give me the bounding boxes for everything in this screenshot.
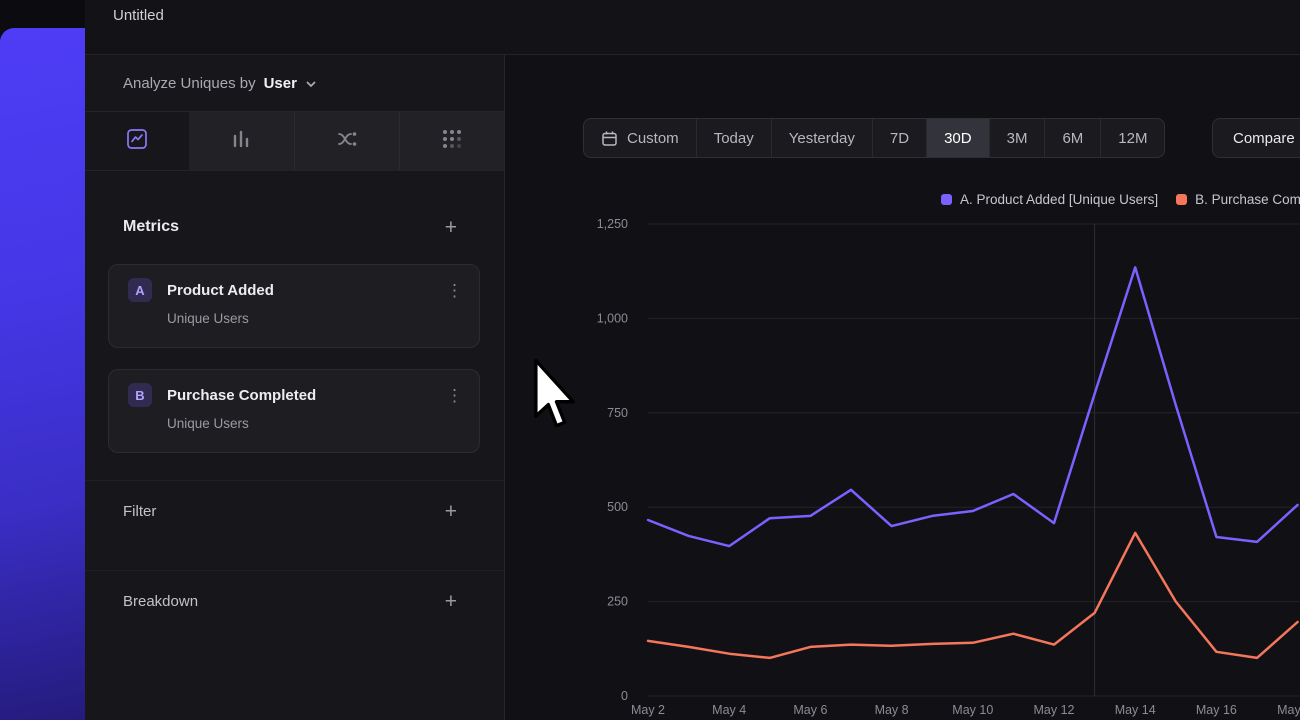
divider xyxy=(85,480,504,481)
breakdown-title: Breakdown xyxy=(123,593,198,610)
divider xyxy=(85,570,504,571)
legend-label: A. Product Added [Unique Users] xyxy=(960,192,1158,207)
legend-swatch-purple xyxy=(941,194,952,205)
kebab-menu-icon[interactable]: ⋮ xyxy=(446,387,463,404)
app-window: Untitled Analyze Uniques by User xyxy=(85,0,1300,720)
tab-funnels[interactable] xyxy=(189,112,293,170)
legend-swatch-orange xyxy=(1176,194,1187,205)
left-background-strip xyxy=(0,0,85,720)
bar-chart-funnels-icon xyxy=(229,127,253,156)
legend-label: B. Purchase Completed [Unique Users] xyxy=(1195,192,1300,207)
chevron-down-icon[interactable] xyxy=(305,78,317,90)
svg-text:1,000: 1,000 xyxy=(597,311,628,325)
svg-text:May 18: May 18 xyxy=(1277,703,1300,717)
metric-card-row: A Product Added ⋮ xyxy=(128,278,463,302)
purple-gradient-panel xyxy=(0,28,85,720)
metric-name: Product Added xyxy=(167,282,446,299)
svg-text:500: 500 xyxy=(607,500,628,514)
svg-text:May 2: May 2 xyxy=(631,703,665,717)
metric-card-product-added[interactable]: A Product Added ⋮ Unique Users xyxy=(108,264,480,348)
svg-text:750: 750 xyxy=(607,406,628,420)
legend-item-a[interactable]: A. Product Added [Unique Users] xyxy=(941,189,1158,209)
analyze-by-value[interactable]: User xyxy=(264,75,297,92)
date-range-toolbar: Custom Today Yesterday 7D 30D 3M 6M 12M xyxy=(583,118,1165,158)
flows-icon xyxy=(335,127,359,156)
tab-retention[interactable] xyxy=(399,112,504,170)
add-filter-button[interactable]: + xyxy=(445,501,457,522)
top-bar: Untitled xyxy=(85,0,1300,55)
mouse-cursor xyxy=(533,358,579,437)
add-breakdown-button[interactable]: + xyxy=(445,591,457,612)
query-builder-sidebar: Analyze Uniques by User xyxy=(85,55,505,720)
date-range-7d-button[interactable]: 7D xyxy=(872,119,926,157)
svg-text:May 4: May 4 xyxy=(712,703,746,717)
line-chart-insights-icon xyxy=(125,127,149,156)
kebab-menu-icon[interactable]: ⋮ xyxy=(446,282,463,299)
svg-text:1,250: 1,250 xyxy=(597,217,628,231)
svg-text:0: 0 xyxy=(621,689,628,703)
date-range-label: Custom xyxy=(627,130,679,147)
metrics-section-header: Metrics + xyxy=(123,205,457,249)
date-range-today-button[interactable]: Today xyxy=(696,119,771,157)
svg-text:250: 250 xyxy=(607,595,628,609)
tab-insights[interactable] xyxy=(85,112,189,170)
compare-button[interactable]: Compare xyxy=(1212,118,1300,158)
add-metric-button[interactable]: + xyxy=(445,217,457,238)
metric-aggregation[interactable]: Unique Users xyxy=(167,311,463,326)
svg-text:May 10: May 10 xyxy=(952,703,993,717)
legend-item-b[interactable]: B. Purchase Completed [Unique Users] xyxy=(1176,189,1300,209)
svg-text:May 8: May 8 xyxy=(875,703,909,717)
filter-section-header: Filter + xyxy=(123,489,457,533)
metrics-title: Metrics xyxy=(123,218,179,236)
svg-text:May 6: May 6 xyxy=(793,703,827,717)
analyze-by-row: Analyze Uniques by User xyxy=(85,55,504,112)
analyze-by-label: Analyze Uniques by xyxy=(123,75,256,92)
chart-panel: Custom Today Yesterday 7D 30D 3M 6M 12M … xyxy=(505,55,1300,720)
date-range-6m-button[interactable]: 6M xyxy=(1044,119,1100,157)
metric-card-row: B Purchase Completed ⋮ xyxy=(128,383,463,407)
breakdown-section-header: Breakdown + xyxy=(123,579,457,623)
date-range-custom-button[interactable]: Custom xyxy=(584,119,696,157)
line-chart[interactable]: 0 250 500 750 1,000 1,250 May 2 May 4 May 6 May 8… xyxy=(505,216,1300,720)
metric-name: Purchase Completed xyxy=(167,387,446,404)
metric-card-purchase-completed[interactable]: B Purchase Completed ⋮ Unique Users xyxy=(108,369,480,453)
date-range-3m-button[interactable]: 3M xyxy=(989,119,1045,157)
date-range-12m-button[interactable]: 12M xyxy=(1100,119,1164,157)
date-range-30d-button[interactable]: 30D xyxy=(926,119,989,157)
metric-aggregation[interactable]: Unique Users xyxy=(167,416,463,431)
svg-text:May 12: May 12 xyxy=(1034,703,1075,717)
retention-grid-icon xyxy=(440,127,464,156)
date-range-yesterday-button[interactable]: Yesterday xyxy=(771,119,872,157)
svg-text:May 16: May 16 xyxy=(1196,703,1237,717)
report-type-tabs xyxy=(85,112,504,171)
report-title[interactable]: Untitled xyxy=(113,7,164,24)
chart-legend: A. Product Added [Unique Users] B. Purch… xyxy=(941,189,1300,209)
calendar-icon xyxy=(601,130,618,147)
metric-badge-b: B xyxy=(128,383,152,407)
svg-text:May 14: May 14 xyxy=(1115,703,1156,717)
filter-title: Filter xyxy=(123,503,156,520)
metric-badge-a: A xyxy=(128,278,152,302)
tab-flows[interactable] xyxy=(294,112,399,170)
